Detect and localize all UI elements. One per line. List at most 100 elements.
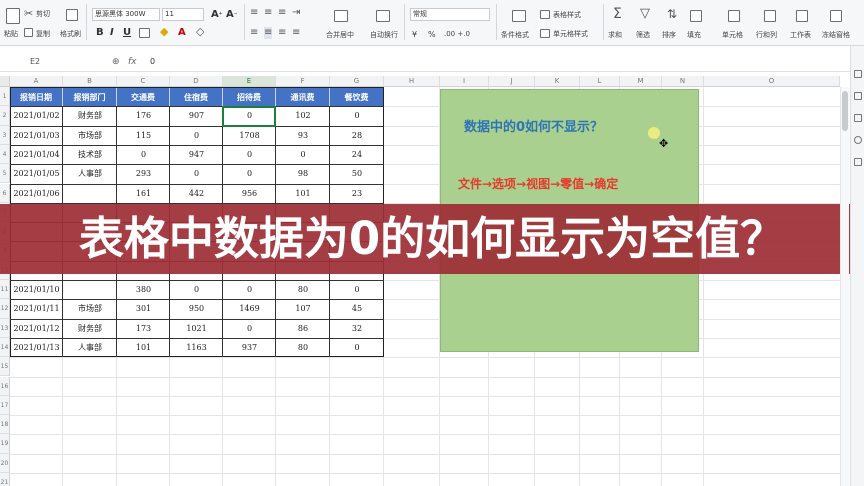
paste-button[interactable]: 粘贴	[4, 30, 18, 39]
worksheet-button[interactable]: 工作表	[790, 31, 811, 40]
table-cell[interactable]: 0	[223, 165, 276, 183]
column-header[interactable]: J	[489, 76, 535, 87]
percent-button[interactable]: %	[428, 30, 436, 39]
name-box[interactable]: E2	[4, 55, 92, 69]
table-cell[interactable]: 45	[330, 300, 384, 318]
paste-icon[interactable]	[6, 8, 20, 24]
table-cell[interactable]: 人事部	[63, 165, 117, 183]
table-cell[interactable]: 28	[330, 127, 384, 145]
table-cell[interactable]: 2021/01/11	[10, 300, 63, 318]
table-cell[interactable]: 442	[170, 185, 223, 203]
conditional-format-button[interactable]: 条件格式	[501, 31, 529, 40]
table-cell[interactable]: 1469	[223, 300, 276, 318]
table-cell[interactable]: 0	[170, 281, 223, 299]
row-header[interactable]: 4	[0, 144, 10, 165]
row-col-button[interactable]: 行和列	[756, 31, 777, 40]
row-header[interactable]: 18	[0, 415, 10, 435]
side-tool-icon[interactable]	[854, 114, 862, 122]
table-cell[interactable]: 2021/01/03	[10, 127, 63, 145]
table-cell[interactable]: 947	[170, 146, 223, 164]
formula-input[interactable]: 0	[150, 55, 155, 69]
table-header-cell[interactable]: 餐饮费	[330, 88, 384, 107]
select-all-corner[interactable]	[0, 76, 10, 87]
row-header[interactable]: 12	[0, 299, 10, 319]
column-header[interactable]: D	[170, 76, 223, 87]
indent-icon[interactable]: ⇥	[292, 7, 300, 19]
zoom-icon[interactable]: ⊕	[112, 55, 120, 69]
table-cell[interactable]: 101	[276, 185, 330, 203]
sum-icon[interactable]: Σ	[613, 7, 622, 21]
font-color-icon[interactable]: A	[178, 27, 186, 39]
table-cell[interactable]: 0	[223, 107, 276, 125]
table-cell[interactable]: 人事部	[63, 339, 117, 357]
fill-color-icon[interactable]: ◆	[160, 26, 168, 38]
side-tool-icon[interactable]	[854, 136, 862, 144]
column-header[interactable]: F	[276, 76, 330, 87]
row-header[interactable]: 13	[0, 318, 10, 338]
freeze-icon[interactable]	[830, 10, 842, 22]
border-icon[interactable]	[139, 28, 150, 38]
column-header[interactable]: A	[10, 76, 63, 87]
table-cell[interactable]: 86	[276, 320, 330, 338]
row-header[interactable]: 19	[0, 434, 10, 454]
format-painter-icon[interactable]	[66, 9, 78, 21]
row-header[interactable]: 5	[0, 164, 10, 184]
shrink-font-icon[interactable]: A⁻	[226, 9, 237, 21]
table-cell[interactable]: 956	[223, 185, 276, 203]
align-top-icon[interactable]: ≡	[250, 7, 258, 19]
table-cell[interactable]: 技术部	[63, 146, 117, 164]
font-size-select[interactable]: 11	[162, 8, 204, 21]
table-cell[interactable]: 101	[117, 339, 170, 357]
column-header[interactable]: I	[440, 76, 489, 87]
number-format-select[interactable]: 常规	[410, 8, 490, 21]
table-header-cell[interactable]: 住宿费	[170, 88, 223, 107]
column-header[interactable]: E	[223, 76, 276, 87]
cell-style-icon[interactable]	[540, 29, 550, 38]
table-cell[interactable]	[63, 185, 117, 203]
merge-icon[interactable]	[334, 10, 348, 22]
table-header-cell[interactable]: 报销部门	[63, 88, 117, 107]
table-cell[interactable]: 907	[170, 107, 223, 125]
table-cell[interactable]: 0	[223, 281, 276, 299]
bold-button[interactable]: B	[96, 27, 104, 39]
table-cell[interactable]: 937	[223, 339, 276, 357]
table-cell[interactable]: 0	[330, 107, 384, 125]
table-cell[interactable]: 24	[330, 146, 384, 164]
cell-icon[interactable]	[728, 10, 740, 22]
wrap-text-button[interactable]: 自动换行	[370, 31, 398, 40]
align-left-icon[interactable]: ≡	[250, 27, 258, 39]
cut-icon[interactable]: ✂	[24, 8, 33, 20]
align-middle-icon[interactable]: ≡	[264, 7, 272, 19]
fx-icon[interactable]: fx	[128, 55, 137, 69]
column-header[interactable]: K	[535, 76, 580, 87]
sort-icon[interactable]: ⇅	[667, 8, 677, 20]
table-cell[interactable]	[63, 281, 117, 299]
table-cell[interactable]: 161	[117, 185, 170, 203]
table-cell[interactable]: 2021/01/02	[10, 107, 63, 125]
cut-button[interactable]: 剪切	[36, 10, 50, 19]
align-bottom-icon[interactable]: ≡	[278, 7, 286, 19]
decimal-buttons[interactable]: .00 +.0	[444, 30, 470, 39]
side-tool-icon[interactable]	[854, 158, 862, 166]
table-cell[interactable]: 2021/01/13	[10, 339, 63, 357]
table-cell[interactable]: 176	[117, 107, 170, 125]
table-cell[interactable]: 2021/01/10	[10, 281, 63, 299]
column-header[interactable]: L	[580, 76, 620, 87]
table-cell[interactable]: 0	[330, 281, 384, 299]
table-cell[interactable]: 32	[330, 320, 384, 338]
row-header[interactable]: 2	[0, 106, 10, 126]
table-cell[interactable]: 80	[276, 339, 330, 357]
table-cell[interactable]: 950	[170, 300, 223, 318]
table-cell[interactable]: 173	[117, 320, 170, 338]
table-cell[interactable]: 0	[170, 127, 223, 145]
row-header[interactable]: 11	[0, 280, 10, 300]
table-cell[interactable]: 107	[276, 300, 330, 318]
table-cell[interactable]: 0	[223, 320, 276, 338]
table-cell[interactable]: 0	[117, 146, 170, 164]
row-header[interactable]: 20	[0, 453, 10, 473]
fill-icon[interactable]	[690, 10, 702, 22]
table-cell[interactable]: 2021/01/04	[10, 146, 63, 164]
table-cell[interactable]: 115	[117, 127, 170, 145]
table-style-icon[interactable]	[540, 10, 550, 19]
column-header[interactable]: B	[63, 76, 117, 87]
